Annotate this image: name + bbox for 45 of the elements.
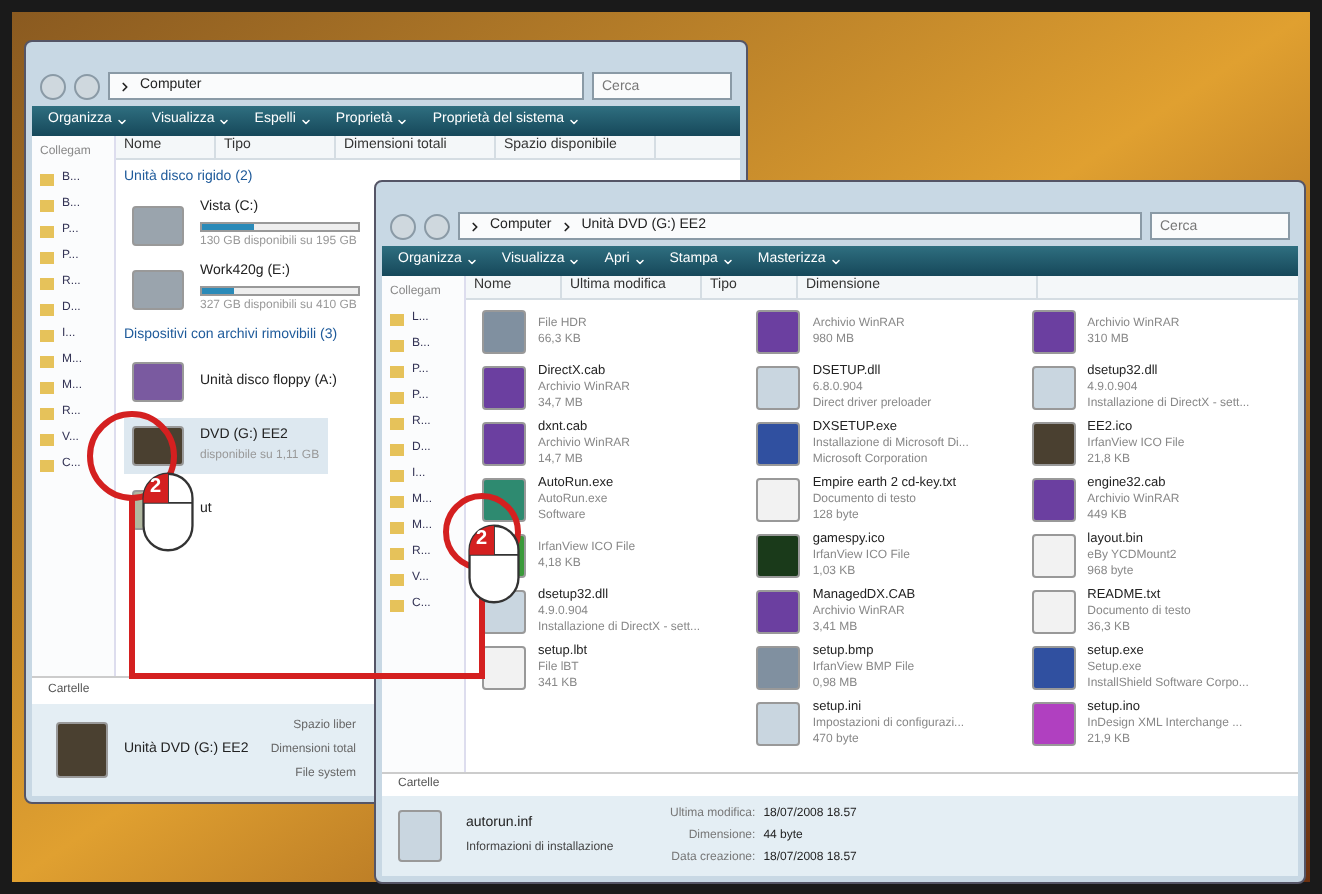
image-file-icon — [756, 646, 801, 690]
disk-file-icon — [132, 269, 184, 309]
chevron-icon — [468, 219, 482, 233]
caret-icon — [299, 115, 312, 127]
highlight-circle — [87, 411, 177, 501]
app-file-icon — [756, 422, 801, 466]
caret-icon — [115, 115, 128, 127]
xml-file-icon — [1031, 702, 1076, 746]
archive-file-icon — [756, 590, 801, 634]
disk-file-icon — [132, 205, 184, 245]
settings-file-icon — [1031, 366, 1076, 410]
forward-button[interactable] — [74, 73, 100, 99]
step-number: 2 — [476, 530, 488, 550]
doc-file-icon — [482, 646, 526, 690]
caret-icon — [829, 255, 842, 267]
chevron-icon — [118, 79, 132, 93]
image-file-icon — [482, 310, 526, 354]
back-button[interactable] — [390, 213, 416, 239]
caret-icon — [721, 255, 734, 267]
settings-file-icon — [756, 366, 801, 410]
doc-file-icon — [1031, 590, 1076, 634]
caret-icon — [568, 115, 581, 127]
app-file-icon — [1031, 646, 1076, 690]
step-number: 2 — [150, 478, 162, 498]
dvd-file-icon — [56, 722, 108, 778]
caret-icon — [568, 255, 581, 267]
archive-file-icon — [1031, 310, 1076, 354]
caret-icon — [465, 255, 478, 267]
chevron-icon — [559, 219, 574, 233]
logo-file-icon — [1031, 422, 1076, 466]
back-button[interactable] — [40, 73, 66, 99]
doc-file-icon — [756, 478, 801, 522]
globe-file-icon — [756, 534, 801, 578]
doc-file-icon — [1031, 534, 1076, 578]
floppy-file-icon — [132, 362, 184, 402]
archive-file-icon — [756, 310, 801, 354]
caret-icon — [218, 115, 231, 127]
archive-file-icon — [1031, 478, 1076, 522]
settings-file-icon — [756, 702, 801, 746]
forward-button[interactable] — [424, 213, 450, 239]
settings-file-icon — [398, 810, 442, 862]
archive-file-icon — [482, 422, 526, 466]
caret-icon — [633, 255, 646, 267]
caret-icon — [396, 115, 409, 127]
archive-file-icon — [482, 366, 526, 410]
